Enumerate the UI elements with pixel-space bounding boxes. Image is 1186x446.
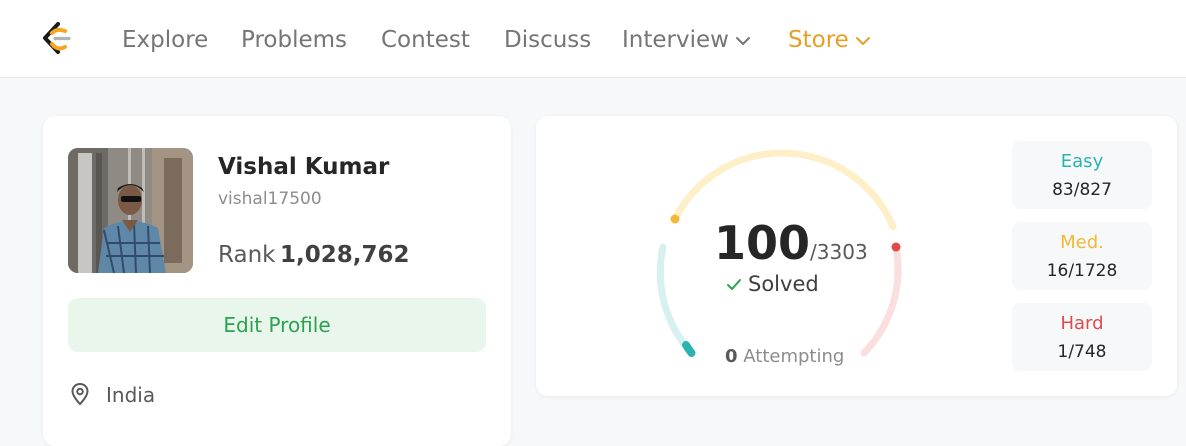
nav-problems[interactable]: Problems xyxy=(241,26,347,54)
edit-profile-button[interactable]: Edit Profile xyxy=(68,298,486,352)
nav-explore[interactable]: Explore xyxy=(122,26,208,54)
difficulty-value: 16/1728 xyxy=(1046,261,1118,281)
solved-number: 100 xyxy=(714,216,811,270)
attempting-text: 0 Attempting xyxy=(725,346,844,367)
difficulty-value: 1/748 xyxy=(1057,342,1107,362)
chevron-down-icon xyxy=(735,36,750,45)
checkmark-icon xyxy=(727,279,741,290)
difficulty-label: Med. xyxy=(1060,232,1104,253)
solved-label: Solved xyxy=(726,272,819,296)
rank-label: Rank xyxy=(218,242,276,268)
nav-store-label: Store xyxy=(788,27,849,53)
chevron-down-icon xyxy=(855,36,870,45)
difficulty-easy: Easy 83/827 xyxy=(1012,141,1152,209)
top-navbar: Explore Problems Contest Discuss Intervi… xyxy=(0,0,1186,78)
stats-card: 100/3303 Solved 0 Attempting Easy 83/827… xyxy=(536,116,1177,396)
location-pin-icon xyxy=(71,382,89,406)
nav-interview[interactable]: Interview xyxy=(622,26,751,54)
nav-discuss[interactable]: Discuss xyxy=(504,26,591,54)
location-text: India xyxy=(106,383,156,407)
solved-count: 100/3303 xyxy=(714,216,868,270)
difficulty-hard: Hard 1/748 xyxy=(1012,303,1152,371)
nav-store[interactable]: Store xyxy=(788,26,871,54)
nav-contest[interactable]: Contest xyxy=(381,26,470,54)
profile-name: Vishal Kumar xyxy=(218,154,390,180)
difficulty-label: Hard xyxy=(1060,313,1104,334)
solved-label-text: Solved xyxy=(748,272,819,296)
profile-username: vishal17500 xyxy=(218,189,322,209)
avatar[interactable] xyxy=(68,148,193,273)
difficulty-medium: Med. 16/1728 xyxy=(1012,222,1152,290)
difficulty-value: 83/827 xyxy=(1052,180,1112,200)
rank-value: 1,028,762 xyxy=(280,242,410,268)
attempting-count: 0 xyxy=(725,346,738,367)
difficulty-label: Easy xyxy=(1060,151,1104,172)
profile-card: Vishal Kumar vishal17500 Rank 1,028,762 … xyxy=(43,116,511,446)
attempting-label: Attempting xyxy=(743,346,845,367)
nav-interview-label: Interview xyxy=(622,27,729,53)
solved-total: /3303 xyxy=(810,240,868,264)
leetcode-logo[interactable] xyxy=(38,20,76,58)
